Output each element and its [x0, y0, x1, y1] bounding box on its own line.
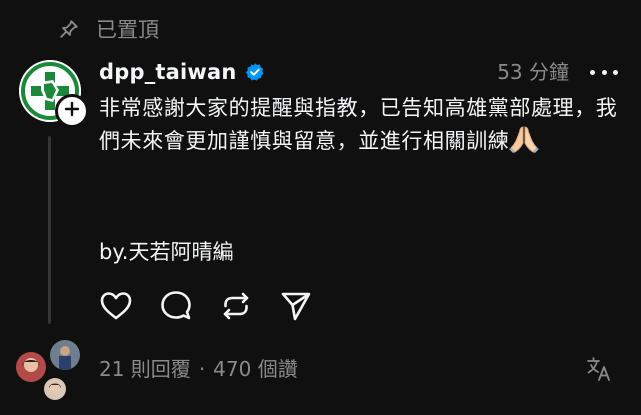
post-body-text: 非常感謝大家的提醒與指教，已告知高雄黨部處理，我們未來會更加謹慎與留意，並進行相… [99, 96, 618, 153]
reply-count[interactable]: 21 則回覆 [99, 354, 191, 384]
replier-avatars[interactable] [14, 338, 86, 402]
heart-icon [100, 291, 132, 321]
reply-button[interactable] [159, 289, 193, 323]
username[interactable]: dpp_taiwan [99, 60, 237, 84]
post-stats: 21 則回覆 · 470 個讚 [99, 354, 298, 384]
replier-avatar [42, 376, 68, 402]
post-body: 非常感謝大家的提醒與指教，已告知高雄黨部處理，我們未來會更加謹慎與留意，並進行相… [99, 92, 619, 163]
send-icon [280, 290, 312, 322]
post-timestamp: 53 分鐘 [497, 60, 569, 84]
translate-button[interactable] [585, 355, 613, 383]
comment-icon [160, 290, 192, 322]
translate-icon [585, 355, 613, 383]
pin-icon [58, 18, 80, 40]
post-byline: by.天若阿晴編 [99, 240, 234, 264]
follow-button[interactable] [55, 94, 89, 128]
repost-button[interactable] [219, 289, 253, 323]
like-button[interactable] [99, 289, 133, 323]
plus-icon [64, 101, 80, 121]
more-icon-dot [613, 69, 618, 75]
more-options-button[interactable] [590, 62, 618, 82]
verified-badge-icon [245, 62, 265, 82]
more-icon-dot [601, 69, 607, 75]
pinned-label: 已置頂 [96, 18, 159, 42]
author-avatar-container[interactable] [19, 60, 89, 128]
replier-avatar [14, 350, 48, 384]
post-actions [99, 288, 313, 324]
share-button[interactable] [279, 289, 313, 323]
like-count[interactable]: 470 個讚 [213, 354, 298, 384]
pinned-indicator: 已置頂 [58, 12, 159, 46]
folded-hands-icon [509, 125, 540, 163]
repost-icon [220, 290, 252, 322]
stats-separator: · [198, 357, 206, 381]
thread-line [48, 136, 51, 324]
more-icon-dot [590, 69, 595, 75]
replier-avatar [48, 338, 82, 372]
post-header: dpp_taiwan [99, 57, 265, 87]
